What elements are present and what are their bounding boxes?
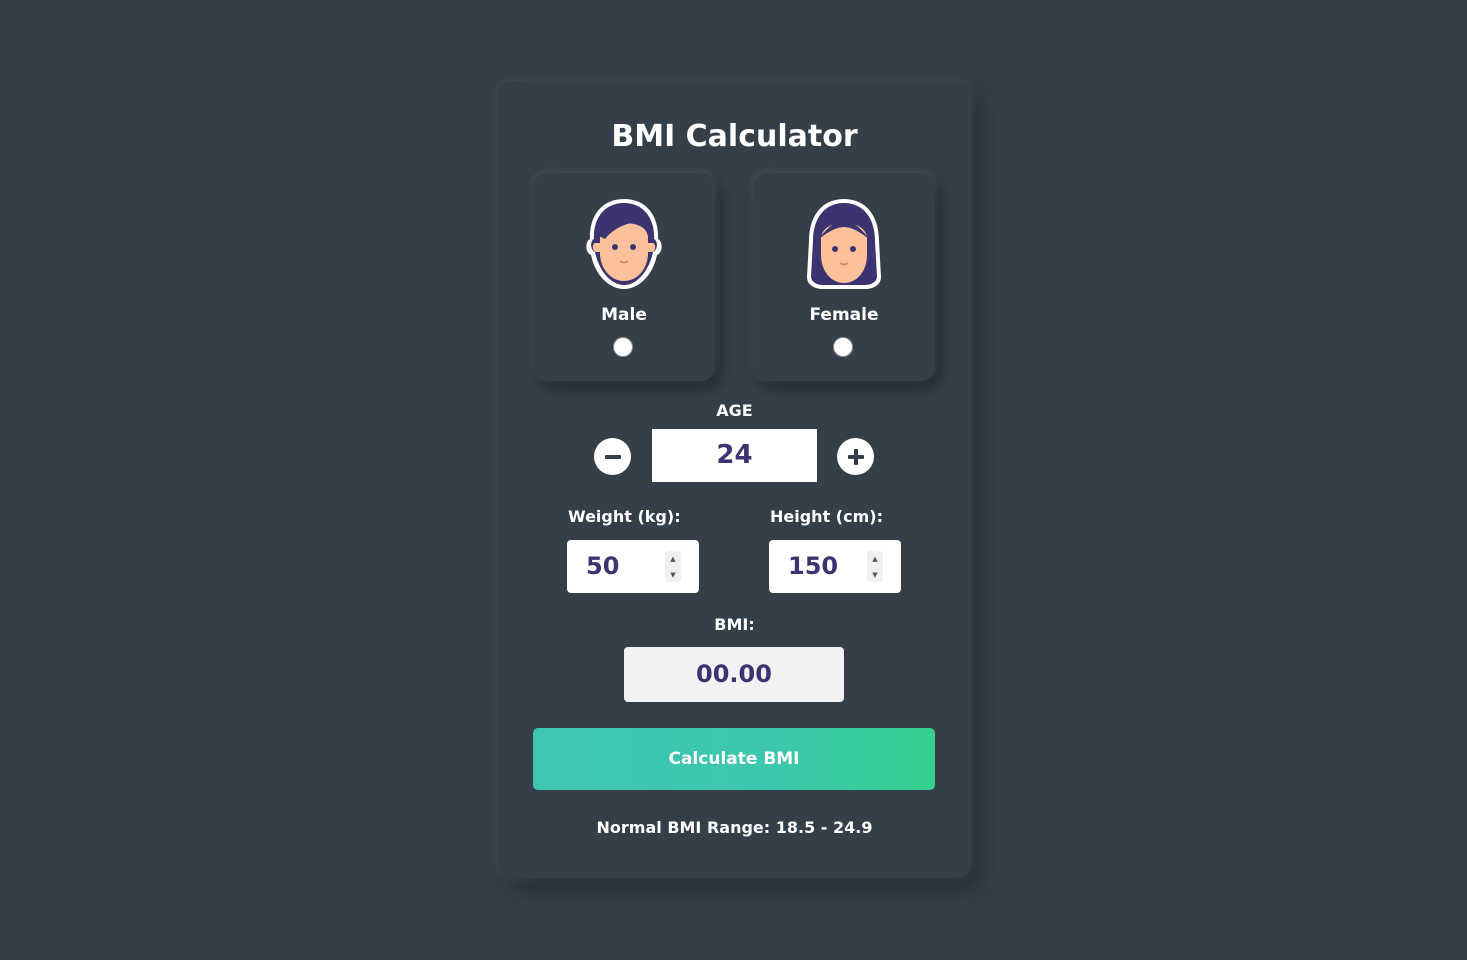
weight-increase-arrow-icon[interactable]: ▲ bbox=[665, 551, 681, 566]
height-decrease-arrow-icon[interactable]: ▼ bbox=[867, 567, 883, 582]
weight-spinner[interactable]: ▲ ▼ bbox=[665, 551, 681, 582]
male-radio[interactable] bbox=[613, 337, 633, 357]
page-title: BMI Calculator bbox=[611, 119, 858, 154]
age-label: AGE bbox=[716, 401, 753, 420]
bmi-result: 00.00 bbox=[624, 647, 844, 702]
height-increase-arrow-icon[interactable]: ▲ bbox=[867, 551, 883, 566]
age-increment-button[interactable] bbox=[837, 438, 874, 475]
minus-icon bbox=[604, 454, 621, 459]
female-avatar-icon bbox=[807, 199, 881, 289]
height-spinner[interactable]: ▲ ▼ bbox=[867, 551, 883, 582]
male-label: Male bbox=[601, 305, 647, 325]
normal-range-text: Normal BMI Range: 18.5 - 24.9 bbox=[596, 818, 873, 837]
age-value[interactable]: 24 bbox=[652, 429, 817, 482]
weight-label: Weight (kg): bbox=[568, 507, 681, 526]
weight-input[interactable]: 50 ▲ ▼ bbox=[567, 540, 699, 593]
height-input[interactable]: 150 ▲ ▼ bbox=[769, 540, 901, 593]
weight-value: 50 bbox=[586, 552, 620, 580]
male-avatar-icon bbox=[586, 199, 662, 289]
height-label: Height (cm): bbox=[770, 507, 883, 526]
bmi-label: BMI: bbox=[714, 615, 755, 634]
height-value: 150 bbox=[788, 552, 839, 580]
female-radio[interactable] bbox=[833, 337, 853, 357]
calculate-bmi-button[interactable]: Calculate BMI bbox=[533, 728, 935, 790]
gender-option-female[interactable]: Female bbox=[753, 173, 935, 381]
age-decrement-button[interactable] bbox=[594, 438, 631, 475]
gender-option-male[interactable]: Male bbox=[533, 173, 715, 381]
female-label: Female bbox=[809, 305, 879, 325]
weight-decrease-arrow-icon[interactable]: ▼ bbox=[665, 567, 681, 582]
plus-icon bbox=[847, 448, 864, 465]
bmi-calculator-card: BMI Calculator Male Female AGE 24 Weight… bbox=[498, 81, 971, 878]
